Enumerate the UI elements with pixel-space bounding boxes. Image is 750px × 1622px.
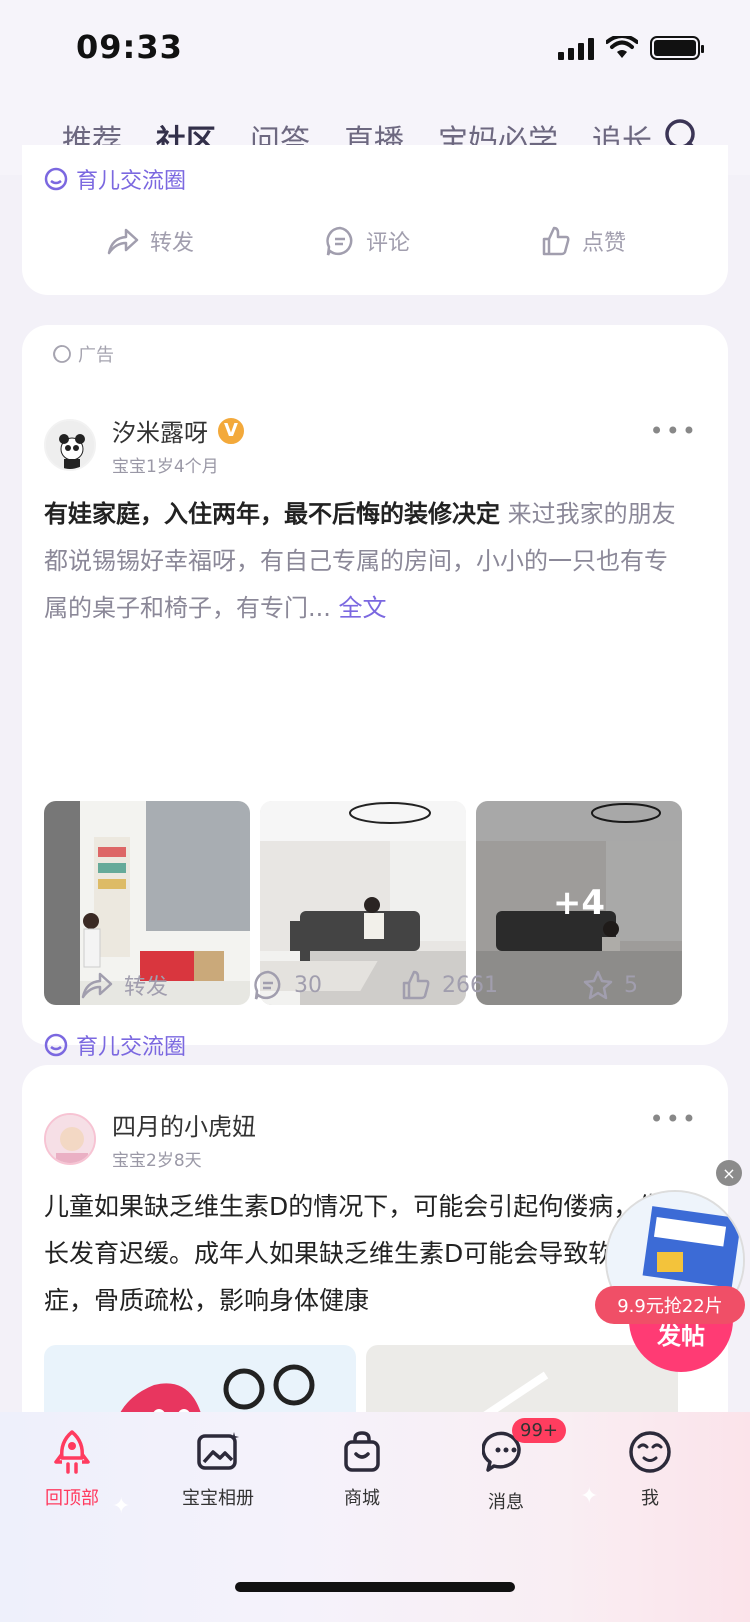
signal-icon [558, 38, 594, 60]
tab-baby-album[interactable]: 宝宝相册 [158, 1428, 278, 1510]
status-time: 09:33 [76, 28, 183, 66]
author-name-text: 四月的小虎妞 [112, 1113, 256, 1141]
more-options-icon[interactable]: ••• [650, 1105, 698, 1133]
panda-avatar [46, 421, 94, 469]
ad-post-card[interactable]: 广告 汐米露呀 V 宝宝1岁4个月 ••• 有娃家庭，入住两年，最不后悔的装修决… [22, 325, 728, 1060]
avatar[interactable] [44, 1113, 96, 1165]
shopping-bag-icon [344, 1431, 380, 1472]
share-label: 转发 [124, 975, 169, 1000]
post-text[interactable]: 有娃家庭，入住两年，最不后悔的装修决定 来过我家的朋友都说锡锡好幸福呀，有自己专… [44, 491, 684, 632]
tab-messages[interactable]: 99+ 消息 [446, 1418, 566, 1514]
baby-age: 宝宝2岁8天 [112, 1151, 202, 1171]
floating-ad: × 发帖 9.9元抢22片 [595, 1160, 750, 1380]
status-bar: 09:33 [0, 0, 750, 100]
circle-tag[interactable]: 育儿交流圈 [44, 1029, 186, 1061]
share-button[interactable]: 转发 [80, 969, 168, 1001]
comment-button[interactable]: 30 [252, 969, 322, 1001]
face-icon [629, 1431, 671, 1473]
prev-post-actions: 转发 评论 点赞 [22, 221, 728, 261]
tab-label: 回顶部 [45, 1488, 99, 1509]
comment-label: 评论 [366, 231, 411, 256]
smile-icon [44, 1033, 68, 1057]
favorite-button[interactable]: 5 [582, 969, 638, 1001]
wifi-icon [606, 36, 638, 58]
more-options-icon[interactable]: ••• [650, 417, 698, 445]
tab-me[interactable]: 我 [590, 1428, 710, 1510]
thumbs-up-icon [542, 226, 570, 256]
verified-badge: V [216, 415, 246, 446]
avatar[interactable] [44, 419, 96, 471]
prev-post-card[interactable]: 育儿交流圈 转发 评论 点赞 [22, 145, 728, 295]
ad-tag: 广告 [52, 341, 114, 367]
thumbs-up-icon [402, 970, 430, 1000]
tab-label: 我 [641, 1488, 659, 1509]
author-name[interactable]: 四月的小虎妞 [112, 1107, 256, 1142]
baby-age: 宝宝1岁4个月 [112, 457, 219, 477]
circle-tag[interactable]: 育儿交流圈 [44, 163, 186, 195]
close-icon[interactable]: × [716, 1160, 742, 1186]
author-name[interactable]: 汐米露呀 V [112, 413, 246, 448]
comment-button[interactable]: 评论 [324, 225, 410, 257]
tab-label: 宝宝相册 [182, 1488, 254, 1509]
tab-label: 消息 [488, 1492, 524, 1513]
ad-post-actions: 转发 30 2661 5 [22, 965, 728, 1005]
circle-tag-label: 育儿交流圈 [76, 169, 187, 194]
circle-tag-label: 育儿交流圈 [76, 1035, 187, 1060]
share-icon [107, 228, 139, 255]
full-text-link[interactable]: 全文 [339, 594, 387, 622]
battery-icon [650, 36, 704, 60]
share-button[interactable]: 转发 [106, 225, 194, 257]
star-icon [583, 970, 613, 1000]
home-indicator [235, 1582, 515, 1592]
favorite-count: 5 [624, 972, 638, 998]
baby-avatar [46, 1115, 94, 1163]
author-name-text: 汐米露呀 [112, 419, 208, 447]
share-icon [81, 972, 113, 999]
album-icon [197, 1432, 239, 1470]
promo-price[interactable]: 9.9元抢22片 [595, 1286, 745, 1324]
ad-label: 广告 [78, 345, 114, 366]
like-count: 2661 [442, 972, 498, 998]
like-button[interactable]: 点赞 [540, 225, 626, 257]
comment-icon [254, 970, 281, 1000]
like-button[interactable]: 2661 [400, 969, 498, 1001]
like-label: 点赞 [582, 231, 627, 256]
tab-back-to-top[interactable]: 回顶部 [12, 1428, 132, 1510]
ad-icon [53, 345, 71, 363]
smile-icon [44, 167, 68, 191]
author-row[interactable]: 四月的小虎妞 宝宝2岁8天 [44, 1107, 256, 1171]
status-icons [558, 36, 704, 60]
post-title: 有娃家庭，入住两年，最不后悔的装修决定 [44, 500, 500, 528]
comment-icon [326, 226, 353, 256]
share-label: 转发 [150, 231, 195, 256]
post-body[interactable]: 儿童如果缺乏维生素D的情况下，可能会引起佝偻病，生长发育迟缓。成年人如果缺乏维生… [44, 1183, 684, 1324]
author-row[interactable]: 汐米露呀 V 宝宝1岁4个月 [44, 413, 246, 477]
unread-badge: 99+ [512, 1418, 566, 1443]
tab-mall[interactable]: 商城 [302, 1428, 422, 1510]
comment-count: 30 [294, 972, 322, 998]
rocket-icon [54, 1430, 90, 1474]
tab-label: 商城 [344, 1488, 380, 1509]
